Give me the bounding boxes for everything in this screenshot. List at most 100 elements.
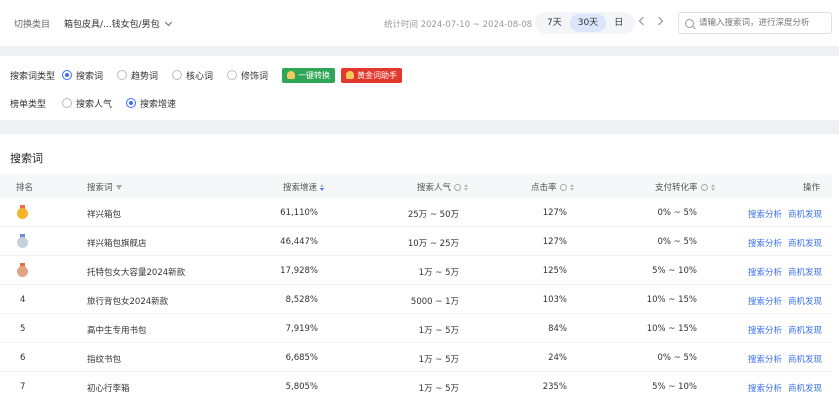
radio-dot [126,98,137,108]
category-selector[interactable]: 箱包皮具/...钱女包/男包 [64,17,172,30]
keyword-cell: 指纹书包 [87,355,122,365]
search-analysis-link[interactable]: 搜索分析 [748,382,782,394]
rank-number: 7 [20,382,26,392]
growth-cell: 8,528% [285,295,318,305]
sort-icon[interactable] [320,183,325,191]
popularity-cell: 5000 ~ 1万 [410,297,459,307]
conversion-cell: 5% ~ 10% [652,266,697,276]
radio-core-term[interactable]: 核心词 [172,69,213,82]
header-ctr[interactable]: 点击率 [531,181,574,193]
help-icon[interactable] [559,183,567,191]
top-bar: 切换类目 箱包皮具/...钱女包/男包 统计时间 2024-07-10 ~ 20… [0,0,839,46]
header-popularity[interactable]: 搜索人气 [417,181,469,193]
search-analysis-link[interactable]: 搜索分析 [748,208,782,220]
radio-label: 搜索增速 [140,99,177,110]
sort-icon[interactable] [710,183,715,191]
radio-trend-term[interactable]: 趋势词 [117,69,158,82]
gold-medal-icon [17,205,28,219]
help-icon[interactable] [700,183,708,191]
growth-cell: 61,110% [280,208,318,218]
popularity-cell: 1万 ~ 5万 [418,384,459,394]
sort-icon[interactable] [569,183,574,191]
rank-type-label: 榜单类型 [10,99,47,110]
category-value: 箱包皮具/...钱女包/男包 [64,20,160,30]
keyword-cell: 旅行背包女2024新款 [87,297,169,307]
table-row: 4 旅行背包女2024新款 8,528% 5000 ~ 1万 103% 10% ~ 15%… [0,285,832,314]
table-row: 祥兴箱包 61,110% 25万 ~ 50万 127% 0% ~ 5% 搜索分析 商机发现 [0,198,832,227]
range-30d-button[interactable]: 30天 [569,14,607,32]
conversion-cell: 0% ~ 5% [657,208,698,218]
conversion-cell: 5% ~ 10% [652,382,697,392]
search-analysis-link[interactable]: 搜索分析 [748,324,782,336]
growth-cell: 7,919% [285,324,318,334]
header-label: 搜索增速 [283,183,318,193]
header-rank: 排名 [16,181,33,193]
search-box[interactable] [678,12,832,34]
header-growth[interactable]: 搜索增速 [283,181,325,193]
growth-cell: 46,447% [280,237,318,247]
search-input[interactable] [699,18,829,28]
opportunity-discovery-link[interactable]: 商机发现 [788,382,822,394]
conversion-cell: 10% ~ 15% [646,295,697,305]
conversion-cell: 10% ~ 15% [646,324,697,334]
opportunity-discovery-link[interactable]: 商机发现 [788,237,822,249]
radio-label: 核心词 [186,71,214,82]
ctr-cell: 127% [542,208,567,218]
radio-search-popularity[interactable]: 搜索人气 [62,97,112,110]
one-click-convert-button[interactable]: 一键转换 [282,67,336,83]
search-analysis-link[interactable]: 搜索分析 [748,266,782,278]
opportunity-discovery-link[interactable]: 商机发现 [788,208,822,220]
radio-label: 搜索词 [76,71,104,82]
header-conversion[interactable]: 支付转化率 [655,181,715,193]
radio-dot [62,98,72,108]
sort-icon[interactable] [464,183,469,191]
opportunity-discovery-link[interactable]: 商机发现 [788,353,822,365]
opportunity-discovery-link[interactable]: 商机发现 [788,324,822,336]
range-7d-button[interactable]: 7天 [539,14,570,32]
range-day-button[interactable]: 日 [606,14,631,32]
convert-icon [287,71,296,79]
radio-dot [117,70,128,80]
help-icon[interactable] [454,183,462,191]
filter-icon[interactable] [115,184,122,190]
rank-number: 5 [20,324,26,334]
category-label: 切换类目 [14,20,51,30]
search-analysis-link[interactable]: 搜索分析 [748,237,782,249]
search-type-label: 搜索词类型 [10,71,56,82]
bronze-medal-icon [17,263,28,277]
helper-icon [346,71,355,79]
header-keyword[interactable]: 搜索词 [87,181,122,193]
ctr-cell: 235% [542,382,567,392]
ctr-cell: 84% [548,324,567,334]
opportunity-discovery-link[interactable]: 商机发现 [788,266,822,278]
next-arrow-icon[interactable] [654,16,664,26]
keyword-cell: 祥兴箱包 [87,210,122,220]
silver-medal-icon [17,234,28,248]
search-analysis-link[interactable]: 搜索分析 [748,353,782,365]
growth-cell: 17,928% [280,266,318,276]
section-title: 搜索词 [10,152,43,165]
radio-search-growth[interactable]: 搜索增速 [126,97,176,110]
opportunity-discovery-link[interactable]: 商机发现 [788,295,822,307]
prev-arrow-icon[interactable] [638,16,648,26]
radio-modifier-term[interactable]: 修饰词 [227,69,268,82]
ctr-cell: 125% [542,266,567,276]
ctr-cell: 127% [542,237,567,247]
table-header: 排名 搜索词 搜索增速 搜索人气 点击率 支付转化率 操作 [0,174,832,198]
search-icon [685,18,694,28]
conversion-cell: 0% ~ 5% [657,237,698,247]
radio-search-term[interactable]: 搜索词 [62,69,103,82]
header-label: 点击率 [531,183,557,193]
table-body: 祥兴箱包 61,110% 25万 ~ 50万 127% 0% ~ 5% 搜索分析 商机发现祥… [0,198,832,400]
radio-dot [227,70,238,80]
table-row: 7 初心行李箱 5,805% 1万 ~ 5万 235% 5% ~ 10% 搜索分析 商机发现 [0,372,832,400]
search-type-row: 搜索词类型 搜索词 趋势词 核心词 修饰词 一键转换 黄金词助手 [10,67,408,83]
header-label: 搜索词 [87,183,113,193]
rank-number: 6 [20,353,26,363]
golden-word-helper-button[interactable]: 黄金词助手 [341,67,403,83]
table-row: 6 指纹书包 6,685% 1万 ~ 5万 24% 0% ~ 5% 搜索分析 商机发现 [0,343,832,372]
search-analysis-link[interactable]: 搜索分析 [748,295,782,307]
button-label: 一键转换 [298,70,331,80]
radio-label: 修饰词 [241,71,269,82]
header-label: 搜索人气 [417,183,452,193]
